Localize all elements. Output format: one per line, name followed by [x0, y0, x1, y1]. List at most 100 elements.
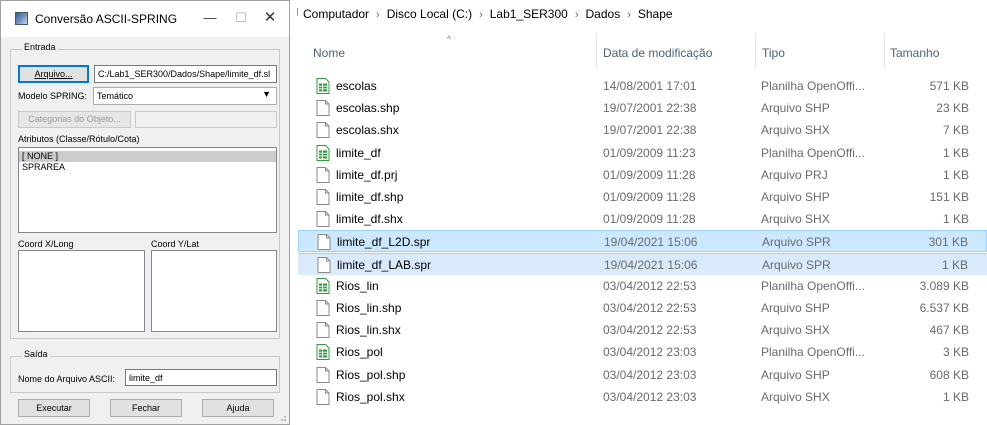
column-divider[interactable] — [884, 33, 885, 69]
resize-grip-icon[interactable] — [277, 412, 287, 422]
file-size: 467 KB — [929, 323, 969, 338]
coord-x-listbox[interactable] — [18, 250, 145, 332]
file-size: 1 KB — [942, 167, 969, 182]
file-icon — [316, 300, 330, 316]
atributo-item-sprarea[interactable]: SPRAREA — [19, 162, 276, 173]
chevron-right-icon: › — [479, 9, 483, 21]
file-row[interactable]: limite_df_LAB.spr 19/04/2021 15:06 Arquivo… — [298, 252, 987, 275]
file-icon — [316, 322, 330, 339]
file-row[interactable]: Rios_lin.shp 03/04/2012 22:53 Arquivo SHP 6… — [298, 297, 987, 319]
file-name: limite_df.shx — [336, 212, 403, 227]
file-date: 03/04/2012 22:53 — [603, 278, 697, 293]
maximize-button[interactable]: ☐ — [227, 5, 255, 31]
chevron-right-icon: › — [574, 9, 579, 21]
file-name: limite_df_L2D.spr — [337, 235, 431, 250]
ajuda-button[interactable]: Ajuda — [202, 399, 274, 417]
file-name: limite_df.prj — [336, 167, 398, 182]
file-row[interactable]: Rios_pol 03/04/2012 23:03 Planilha OpenOff… — [298, 341, 987, 363]
file-type: Arquivo SHP — [761, 101, 830, 116]
executar-button[interactable]: Executar — [18, 399, 90, 417]
file-name: limite_df.shp — [336, 190, 404, 204]
file-size: 151 KB — [929, 190, 969, 204]
breadcrumb-item-disco[interactable]: Disco Local (C:) — [387, 7, 472, 21]
column-header-size[interactable]: Tamanho — [890, 33, 980, 69]
fechar-button[interactable]: Fechar — [110, 399, 182, 417]
file-row[interactable]: limite_df.prj 01/09/2009 11:28 Arquivo PRJ… — [298, 164, 987, 186]
dialog-titlebar[interactable]: Conversão ASCII-SPRING — ☐ ✕ — [1, 1, 289, 37]
file-name: Rios_lin.shx — [336, 323, 401, 338]
file-name: Rios_pol — [336, 345, 383, 360]
nome-arquivo-field[interactable]: limite_df — [125, 369, 277, 386]
arquivo-path-field[interactable]: C:/Lab1_SER300/Dados/Shape/limite_df.sl — [94, 65, 277, 83]
breadcrumb-item-computador[interactable]: Computador — [303, 7, 369, 21]
file-date: 19/07/2001 22:38 — [603, 101, 697, 116]
file-date: 03/04/2012 23:03 — [603, 367, 697, 382]
file-name: escolas.shp — [336, 101, 400, 116]
saida-label: Saída — [22, 349, 50, 359]
atributos-listbox[interactable]: [ NONE ] SPRAREA — [18, 147, 277, 233]
column-divider[interactable] — [596, 33, 597, 69]
column-divider[interactable] — [755, 33, 756, 69]
file-type: Arquivo SPR — [762, 235, 831, 250]
file-type: Arquivo SHX — [761, 389, 830, 404]
atributo-item-none[interactable]: [ NONE ] — [19, 151, 276, 162]
categorias-objeto-button[interactable]: Categorias do Objeto... — [18, 111, 131, 128]
file-date: 19/04/2021 15:06 — [604, 235, 698, 250]
coord-y-listbox[interactable] — [151, 250, 277, 332]
file-size: 571 KB — [929, 79, 969, 93]
file-row[interactable]: limite_df 01/09/2009 11:23 Planilha OpenOf… — [298, 142, 987, 164]
file-row[interactable]: escolas.shp 19/07/2001 22:38 Arquivo SHP 23… — [298, 97, 987, 119]
categorias-field — [135, 111, 277, 128]
file-name: Rios_pol.shp — [336, 367, 406, 382]
file-icon — [317, 234, 331, 251]
file-row[interactable]: limite_df_L2D.spr 19/04/2021 15:06 Arquivo… — [298, 230, 987, 253]
file-date: 03/04/2012 22:53 — [603, 323, 697, 338]
spreadsheet-icon — [316, 144, 330, 161]
file-type: Arquivo SPR — [762, 257, 831, 272]
address-bar-separator — [297, 8, 298, 16]
column-header-type[interactable]: Tipo — [762, 33, 882, 69]
file-size: 23 KB — [936, 101, 969, 116]
chevron-right-icon: › — [627, 9, 631, 21]
file-size: 7 KB — [942, 123, 969, 138]
file-name: limite_df — [336, 145, 381, 160]
dialog-title: Conversão ASCII-SPRING — [35, 12, 178, 26]
breadcrumb-item-lab[interactable]: Lab1_SER300 — [490, 7, 568, 21]
file-name: escolas.shx — [336, 123, 399, 138]
breadcrumb-item-dados[interactable]: Dados — [586, 7, 621, 21]
spreadsheet-icon — [316, 277, 330, 294]
close-button[interactable]: ✕ — [256, 5, 284, 31]
coord-x-label: Coord X/Long — [18, 239, 74, 249]
file-size: 1 KB — [942, 145, 969, 160]
breadcrumb[interactable]: Computador › Disco Local (C:) › Lab1_SER300 ›… — [303, 7, 673, 21]
file-row[interactable]: Rios_lin 03/04/2012 22:53 Planilha OpenOff… — [298, 275, 987, 297]
column-header-name[interactable]: Nome — [313, 33, 593, 69]
file-row[interactable]: Rios_pol.shx 03/04/2012 23:03 Arquivo SHX 1… — [298, 386, 987, 408]
file-row[interactable]: Rios_lin.shx 03/04/2012 22:53 Arquivo SHX 4… — [298, 319, 987, 341]
file-name: escolas — [336, 79, 377, 93]
file-name: Rios_pol.shx — [336, 389, 405, 404]
nome-arquivo-label: Nome do Arquivo ASCII: — [18, 374, 116, 384]
file-size: 3 KB — [942, 345, 969, 360]
arquivo-button[interactable]: Arquivo... — [18, 65, 89, 83]
file-type: Planilha OpenOffi... — [761, 345, 865, 360]
minimize-button[interactable]: — — [196, 5, 224, 31]
file-date: 03/04/2012 22:53 — [603, 301, 697, 315]
modelo-spring-select[interactable]: Temático ▼ — [93, 87, 277, 105]
arquivo-button-label: Arquivo... — [34, 69, 73, 79]
column-header-date[interactable]: Data de modificação — [603, 33, 753, 69]
file-type: Arquivo SHP — [761, 367, 830, 382]
file-icon — [316, 366, 330, 383]
file-date: 01/09/2009 11:28 — [603, 212, 696, 227]
file-row[interactable]: escolas 14/08/2001 17:01 Planilha OpenOffi… — [298, 75, 987, 97]
breadcrumb-item-shape[interactable]: Shape — [638, 7, 673, 21]
file-icon — [316, 211, 330, 228]
file-size: 6.537 KB — [919, 301, 969, 315]
file-row[interactable]: Rios_pol.shp 03/04/2012 23:03 Arquivo SHP 6… — [298, 364, 987, 386]
file-row[interactable]: limite_df.shp 01/09/2009 11:28 Arquivo SHP… — [298, 186, 987, 208]
file-date: 01/09/2009 11:28 — [603, 167, 696, 182]
file-row[interactable]: limite_df.shx 01/09/2009 11:28 Arquivo SHX… — [298, 208, 987, 230]
file-icon — [316, 166, 330, 183]
file-date: 03/04/2012 23:03 — [603, 389, 697, 404]
file-row[interactable]: escolas.shx 19/07/2001 22:38 Arquivo SHX 7 … — [298, 119, 987, 141]
